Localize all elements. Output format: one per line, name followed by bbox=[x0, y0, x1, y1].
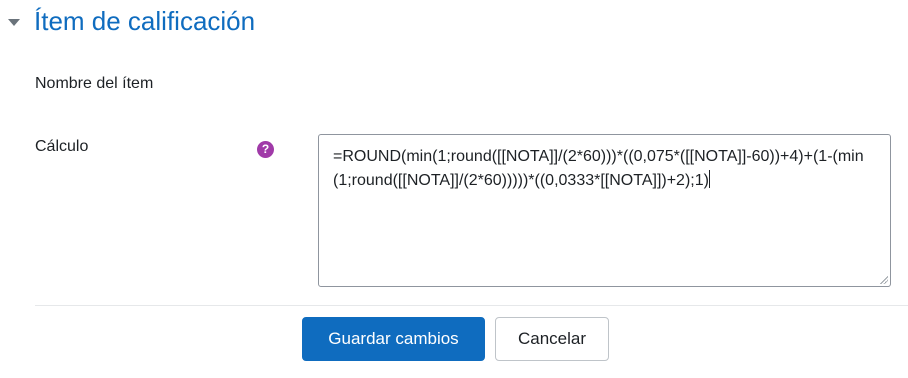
divider bbox=[35, 305, 908, 306]
question-circle-icon[interactable]: ? bbox=[257, 141, 274, 158]
section-title: Ítem de calificación bbox=[34, 6, 256, 36]
calculation-label: Cálculo bbox=[35, 138, 89, 155]
save-changes-button[interactable]: Guardar cambios bbox=[302, 317, 485, 361]
grade-item-form: Ítem de calificación Nombre del ítem Cál… bbox=[0, 0, 908, 378]
calculation-textarea[interactable]: =ROUND(min(1;round([[NOTA]]/(2*60)))*((0… bbox=[318, 134, 891, 287]
text-caret bbox=[708, 170, 710, 188]
cancel-button[interactable]: Cancelar bbox=[495, 317, 609, 361]
chevron-down-icon[interactable] bbox=[8, 18, 20, 26]
item-name-label: Nombre del ítem bbox=[35, 75, 154, 92]
section-header[interactable]: Ítem de calificación bbox=[8, 3, 255, 39]
resize-handle-icon[interactable] bbox=[879, 275, 888, 284]
calculation-value: =ROUND(min(1;round([[NOTA]]/(2*60)))*((0… bbox=[333, 148, 864, 189]
